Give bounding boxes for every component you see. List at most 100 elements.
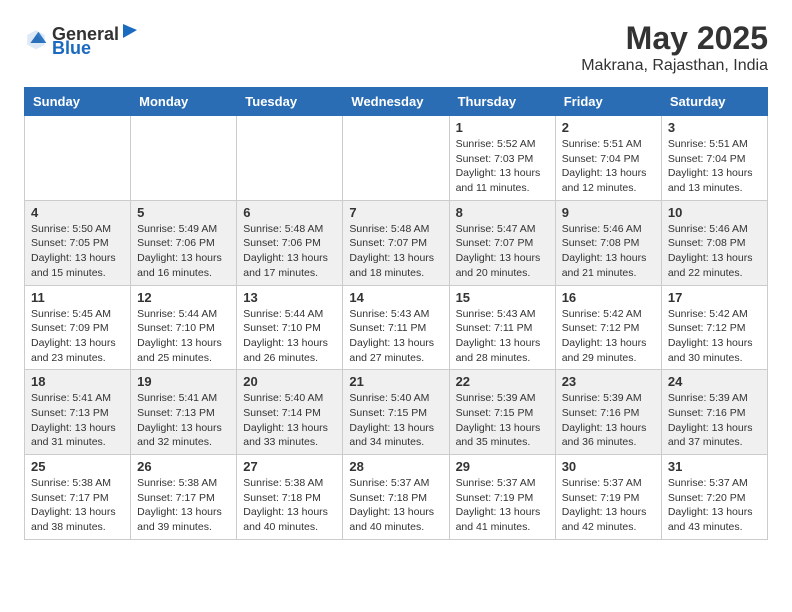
day-number: 2 <box>562 120 655 135</box>
day-info: Sunrise: 5:42 AMSunset: 7:12 PMDaylight:… <box>668 307 761 366</box>
day-number: 17 <box>668 290 761 305</box>
day-info: Sunrise: 5:45 AMSunset: 7:09 PMDaylight:… <box>31 307 124 366</box>
table-row <box>343 116 449 201</box>
day-number: 7 <box>349 205 442 220</box>
table-row: 15Sunrise: 5:43 AMSunset: 7:11 PMDayligh… <box>449 285 555 370</box>
calendar-week-5: 25 Sunrise: 5:38 AMSunset: 7:17 PMDayligh… <box>25 455 768 540</box>
day-info: Sunrise: 5:48 AMSunset: 7:07 PMDaylight:… <box>349 222 442 281</box>
th-monday: Monday <box>131 88 237 116</box>
logo: General Blue <box>24 20 139 57</box>
day-number: 31 <box>668 459 761 474</box>
th-thursday: Thursday <box>449 88 555 116</box>
table-row: 12 Sunrise: 5:44 AMSunset: 7:10 PMDayligh… <box>131 285 237 370</box>
table-row: 13 Sunrise: 5:44 AMSunset: 7:10 PMDayligh… <box>237 285 343 370</box>
day-number: 18 <box>31 374 124 389</box>
day-info: Sunrise: 5:50 AMSunset: 7:05 PMDaylight:… <box>31 222 124 281</box>
day-number: 5 <box>137 205 230 220</box>
table-row: 20Sunrise: 5:40 AMSunset: 7:14 PMDayligh… <box>237 370 343 455</box>
day-number: 23 <box>562 374 655 389</box>
calendar-body: 1 Sunrise: 5:52 AMSunset: 7:03 PMDaylight… <box>25 116 768 540</box>
day-number: 28 <box>349 459 442 474</box>
table-row <box>237 116 343 201</box>
day-number: 10 <box>668 205 761 220</box>
day-info: Sunrise: 5:43 AMSunset: 7:11 PMDaylight:… <box>349 307 442 366</box>
table-row: 8 Sunrise: 5:47 AMSunset: 7:07 PMDaylight… <box>449 200 555 285</box>
day-number: 8 <box>456 205 549 220</box>
calendar-header: Sunday Monday Tuesday Wednesday Thursday… <box>25 88 768 116</box>
title-block: May 2025 Makrana, Rajasthan, India <box>581 20 768 75</box>
day-number: 21 <box>349 374 442 389</box>
table-row: 29Sunrise: 5:37 AMSunset: 7:19 PMDayligh… <box>449 455 555 540</box>
calendar-week-1: 1 Sunrise: 5:52 AMSunset: 7:03 PMDaylight… <box>25 116 768 201</box>
table-row: 11 Sunrise: 5:45 AMSunset: 7:09 PMDayligh… <box>25 285 131 370</box>
day-info: Sunrise: 5:37 AMSunset: 7:19 PMDaylight:… <box>456 476 549 535</box>
day-info: Sunrise: 5:37 AMSunset: 7:19 PMDaylight:… <box>562 476 655 535</box>
table-row: 3Sunrise: 5:51 AMSunset: 7:04 PMDaylight… <box>661 116 767 201</box>
day-info: Sunrise: 5:41 AMSunset: 7:13 PMDaylight:… <box>31 391 124 450</box>
day-info: Sunrise: 5:40 AMSunset: 7:15 PMDaylight:… <box>349 391 442 450</box>
table-row: 1 Sunrise: 5:52 AMSunset: 7:03 PMDaylight… <box>449 116 555 201</box>
location-subtitle: Makrana, Rajasthan, India <box>581 57 768 75</box>
table-row: 10Sunrise: 5:46 AMSunset: 7:08 PMDayligh… <box>661 200 767 285</box>
day-number: 14 <box>349 290 442 305</box>
table-row: 7 Sunrise: 5:48 AMSunset: 7:07 PMDaylight… <box>343 200 449 285</box>
table-row: 9 Sunrise: 5:46 AMSunset: 7:08 PMDaylight… <box>555 200 661 285</box>
day-number: 26 <box>137 459 230 474</box>
day-number: 27 <box>243 459 336 474</box>
table-row: 17 Sunrise: 5:42 AMSunset: 7:12 PMDayligh… <box>661 285 767 370</box>
table-row: 5 Sunrise: 5:49 AMSunset: 7:06 PMDaylight… <box>131 200 237 285</box>
day-info: Sunrise: 5:51 AMSunset: 7:04 PMDaylight:… <box>562 137 655 196</box>
day-info: Sunrise: 5:43 AMSunset: 7:11 PMDaylight:… <box>456 307 549 366</box>
day-info: Sunrise: 5:39 AMSunset: 7:16 PMDaylight:… <box>668 391 761 450</box>
day-number: 4 <box>31 205 124 220</box>
day-number: 12 <box>137 290 230 305</box>
day-number: 9 <box>562 205 655 220</box>
day-number: 11 <box>31 290 124 305</box>
day-info: Sunrise: 5:38 AMSunset: 7:18 PMDaylight:… <box>243 476 336 535</box>
day-info: Sunrise: 5:49 AMSunset: 7:06 PMDaylight:… <box>137 222 230 281</box>
day-info: Sunrise: 5:39 AMSunset: 7:16 PMDaylight:… <box>562 391 655 450</box>
table-row: 31 Sunrise: 5:37 AMSunset: 7:20 PMDayligh… <box>661 455 767 540</box>
th-friday: Friday <box>555 88 661 116</box>
day-number: 20 <box>243 374 336 389</box>
th-saturday: Saturday <box>661 88 767 116</box>
calendar-table: Sunday Monday Tuesday Wednesday Thursday… <box>24 87 768 540</box>
day-number: 1 <box>456 120 549 135</box>
table-row: 21 Sunrise: 5:40 AMSunset: 7:15 PMDayligh… <box>343 370 449 455</box>
table-row: 16Sunrise: 5:42 AMSunset: 7:12 PMDayligh… <box>555 285 661 370</box>
table-row: 6Sunrise: 5:48 AMSunset: 7:06 PMDaylight… <box>237 200 343 285</box>
table-row: 19Sunrise: 5:41 AMSunset: 7:13 PMDayligh… <box>131 370 237 455</box>
th-wednesday: Wednesday <box>343 88 449 116</box>
table-row: 26Sunrise: 5:38 AMSunset: 7:17 PMDayligh… <box>131 455 237 540</box>
day-info: Sunrise: 5:37 AMSunset: 7:20 PMDaylight:… <box>668 476 761 535</box>
table-row: 24 Sunrise: 5:39 AMSunset: 7:16 PMDayligh… <box>661 370 767 455</box>
logo-text-block: General Blue <box>52 20 139 57</box>
day-info: Sunrise: 5:37 AMSunset: 7:18 PMDaylight:… <box>349 476 442 535</box>
day-info: Sunrise: 5:44 AMSunset: 7:10 PMDaylight:… <box>243 307 336 366</box>
th-tuesday: Tuesday <box>237 88 343 116</box>
day-number: 13 <box>243 290 336 305</box>
day-info: Sunrise: 5:48 AMSunset: 7:06 PMDaylight:… <box>243 222 336 281</box>
table-row: 14 Sunrise: 5:43 AMSunset: 7:11 PMDayligh… <box>343 285 449 370</box>
table-row: 18 Sunrise: 5:41 AMSunset: 7:13 PMDayligh… <box>25 370 131 455</box>
month-title: May 2025 <box>581 20 768 57</box>
day-info: Sunrise: 5:39 AMSunset: 7:15 PMDaylight:… <box>456 391 549 450</box>
table-row: 4 Sunrise: 5:50 AMSunset: 7:05 PMDaylight… <box>25 200 131 285</box>
day-info: Sunrise: 5:47 AMSunset: 7:07 PMDaylight:… <box>456 222 549 281</box>
table-row: 22Sunrise: 5:39 AMSunset: 7:15 PMDayligh… <box>449 370 555 455</box>
day-info: Sunrise: 5:38 AMSunset: 7:17 PMDaylight:… <box>31 476 124 535</box>
table-row: 2 Sunrise: 5:51 AMSunset: 7:04 PMDaylight… <box>555 116 661 201</box>
calendar-week-2: 4 Sunrise: 5:50 AMSunset: 7:05 PMDaylight… <box>25 200 768 285</box>
logo-icon <box>24 27 48 51</box>
day-number: 30 <box>562 459 655 474</box>
day-info: Sunrise: 5:42 AMSunset: 7:12 PMDaylight:… <box>562 307 655 366</box>
day-number: 24 <box>668 374 761 389</box>
calendar-week-3: 11 Sunrise: 5:45 AMSunset: 7:09 PMDayligh… <box>25 285 768 370</box>
header-row: Sunday Monday Tuesday Wednesday Thursday… <box>25 88 768 116</box>
day-number: 25 <box>31 459 124 474</box>
day-info: Sunrise: 5:46 AMSunset: 7:08 PMDaylight:… <box>562 222 655 281</box>
day-info: Sunrise: 5:52 AMSunset: 7:03 PMDaylight:… <box>456 137 549 196</box>
day-number: 19 <box>137 374 230 389</box>
day-info: Sunrise: 5:44 AMSunset: 7:10 PMDaylight:… <box>137 307 230 366</box>
day-info: Sunrise: 5:51 AMSunset: 7:04 PMDaylight:… <box>668 137 761 196</box>
